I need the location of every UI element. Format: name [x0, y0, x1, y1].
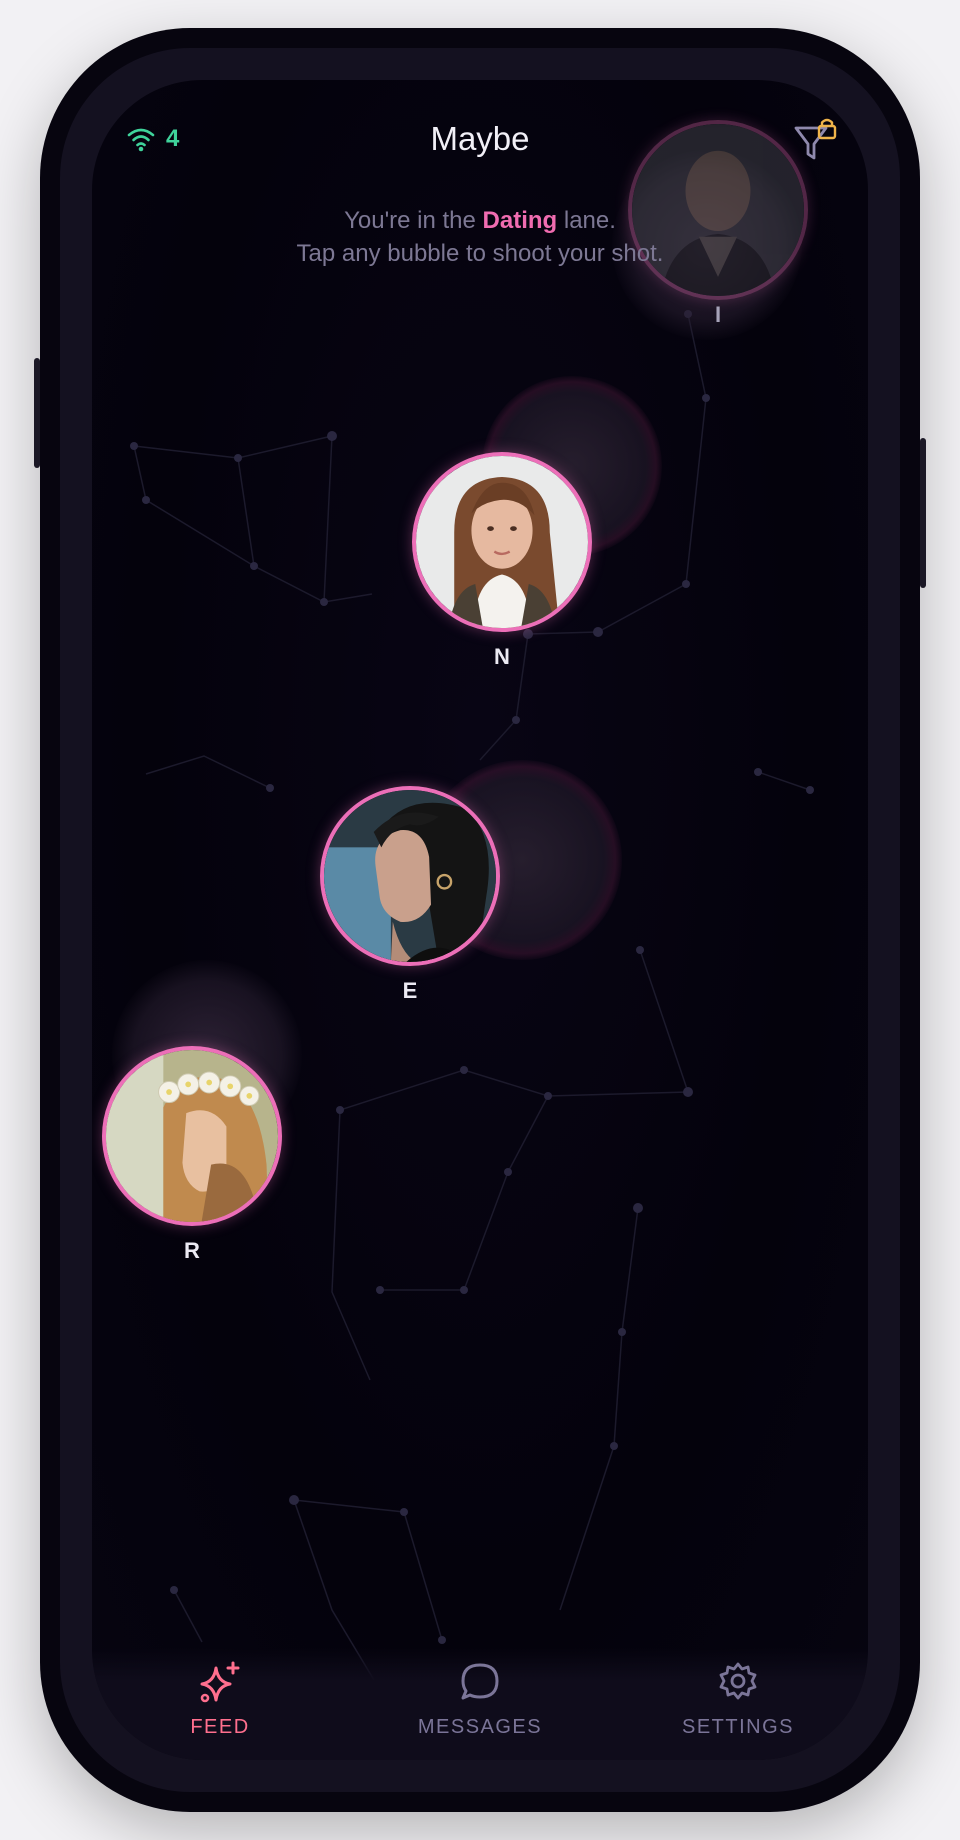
tab-feed-label: FEED	[190, 1716, 250, 1738]
app-title: Maybe	[430, 120, 530, 157]
profile-name-e: E	[402, 978, 418, 1003]
bottom-tab-bar: FEED MESSAGES SETTINGS	[92, 1648, 868, 1760]
profile-bubble-r[interactable]	[102, 1046, 282, 1226]
sparkles-icon	[200, 1661, 240, 1703]
profile-name-r: R	[184, 1238, 200, 1263]
tab-feed[interactable]: FEED	[120, 1648, 320, 1760]
lane-intro-suffix: lane.	[557, 207, 616, 234]
filter-button[interactable]	[792, 118, 842, 168]
profile-bubble-n[interactable]	[412, 452, 592, 632]
tab-settings[interactable]: SETTINGS	[638, 1648, 838, 1760]
profile-name-i: I	[714, 302, 722, 327]
tab-settings-label: SETTINGS	[681, 1716, 794, 1738]
lane-name: Dating	[482, 207, 558, 234]
phone-frame: I 4 Maybe You're in the Dating lane. Tap…	[34, 28, 926, 1812]
phone-power-button	[920, 438, 926, 588]
profile-photo-n	[416, 456, 588, 628]
profile-photo-r	[106, 1050, 278, 1222]
tab-messages-label: MESSAGES	[417, 1716, 543, 1738]
lane-intro-line2: Tap any bubble to shoot your shot.	[296, 240, 664, 267]
tab-messages[interactable]: MESSAGES	[380, 1648, 580, 1760]
lane-intro: You're in the Dating lane. Tap any bubbl…	[92, 204, 868, 270]
profile-photo-e	[324, 790, 496, 962]
filter-locked-icon	[794, 118, 837, 160]
lane-intro-line1: You're in the Dating lane.	[92, 204, 868, 237]
gear-icon	[719, 1662, 757, 1700]
profile-name-n: N	[494, 644, 510, 669]
phone-silent-switch	[34, 358, 40, 468]
chat-bubble-icon	[461, 1663, 499, 1700]
profile-bubble-e[interactable]	[320, 786, 500, 966]
lane-intro-prefix: You're in the	[344, 207, 483, 234]
app-screen: I 4 Maybe You're in the Dating lane. Tap…	[92, 80, 868, 1760]
